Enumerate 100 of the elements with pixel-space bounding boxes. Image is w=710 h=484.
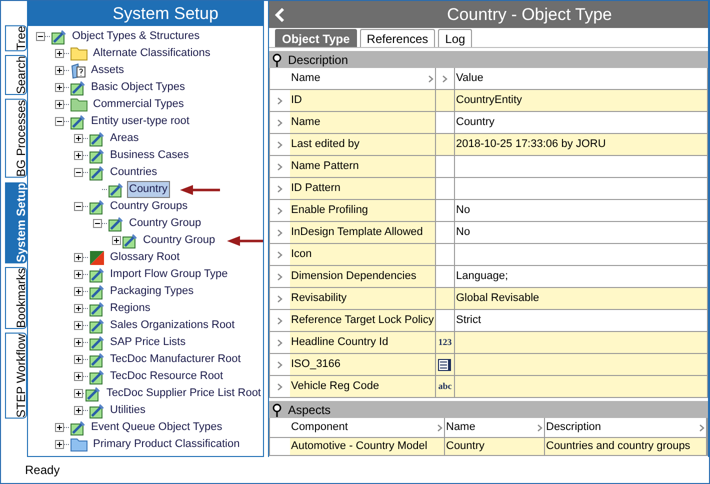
tree-item[interactable]: Utilities [108, 402, 148, 419]
tree-item[interactable]: Primary Product Classification [91, 436, 242, 453]
table-cell: Countries and country groups [545, 438, 707, 455]
folder-icon [70, 437, 88, 452]
tree-item[interactable]: Countries [108, 164, 160, 181]
back-icon[interactable] [275, 8, 285, 22]
object-type-icon [89, 130, 105, 146]
chevron-icon [437, 424, 443, 432]
chevron-icon [537, 424, 543, 432]
tree-item[interactable]: Alternate Classifications [91, 45, 212, 62]
column-header[interactable]: Value [454, 68, 707, 89]
collapse-icon[interactable] [74, 202, 83, 211]
tree-item[interactable]: Assets [89, 62, 126, 79]
side-tab[interactable]: Search [5, 55, 27, 96]
expand-icon[interactable] [74, 372, 83, 381]
expand-icon[interactable] [74, 134, 83, 143]
tab[interactable]: References [360, 29, 436, 47]
folder-icon [70, 46, 88, 61]
object-type-icon [70, 420, 86, 436]
expand-icon[interactable] [55, 440, 64, 449]
tree-item[interactable]: Event Queue Object Types [89, 419, 224, 436]
table-cell: CountryEntity [454, 90, 707, 111]
tree-item[interactable]: Import Flow Group Type [108, 266, 230, 283]
folder-icon [70, 97, 88, 112]
tree-item[interactable]: Areas [108, 130, 141, 147]
expand-icon[interactable] [74, 321, 83, 330]
expand-icon[interactable] [74, 287, 83, 296]
side-tab[interactable]: Tree [5, 25, 27, 52]
expand-icon[interactable] [74, 355, 83, 364]
row-expander-icon [277, 184, 283, 192]
object-type-icon [89, 318, 105, 334]
table-cell: Name [290, 112, 436, 133]
expand-icon[interactable] [74, 304, 83, 313]
tree-item[interactable]: Country Group [141, 232, 218, 249]
table-cell: Revisability [290, 288, 436, 309]
tree-item[interactable]: Commercial Types [91, 96, 186, 113]
status-text: Ready [25, 462, 60, 479]
expand-icon[interactable] [112, 236, 121, 245]
expand-icon[interactable] [55, 423, 64, 432]
object-type-icon [89, 368, 105, 384]
tree-item[interactable]: Sales Organizations Root [108, 317, 237, 334]
expand-icon[interactable] [55, 83, 64, 92]
pin-icon[interactable] [272, 402, 282, 416]
object-type-icon [70, 80, 86, 96]
collapse-icon[interactable] [36, 32, 45, 41]
expand-icon[interactable] [74, 338, 83, 347]
table-cell: ID Pattern [290, 178, 436, 199]
object-type-icon [89, 198, 105, 214]
row-expander-icon [277, 250, 283, 258]
column-header[interactable]: Component [290, 418, 445, 437]
tree-item[interactable]: Regions [108, 300, 152, 317]
table-cell: Enable Profiling [290, 200, 436, 221]
table-cell: Global Revisable [454, 288, 707, 309]
column-header[interactable]: Description [545, 418, 707, 437]
expand-icon[interactable] [55, 49, 64, 58]
tree-item[interactable]: TecDoc Manufacturer Root [108, 351, 243, 368]
tree-item[interactable]: Country Groups [108, 198, 190, 215]
tree-item[interactable]: Object Types & Structures [70, 28, 202, 45]
object-type-icon [89, 148, 105, 164]
tree-item[interactable]: SAP Price Lists [108, 334, 188, 351]
column-header[interactable]: Name [445, 418, 545, 437]
tab[interactable]: Log [438, 29, 472, 47]
tree-item[interactable]: Basic Object Types [89, 79, 187, 96]
column-header[interactable]: Name [290, 68, 436, 89]
object-type-icon [122, 232, 138, 248]
collapse-icon[interactable] [93, 219, 102, 228]
tree-item[interactable]: TecDoc Resource Root [108, 368, 226, 385]
tree-item[interactable]: Packaging Types [108, 283, 196, 300]
tree-item[interactable]: Business Cases [108, 147, 191, 164]
row-expander-icon [277, 316, 283, 324]
collapse-icon[interactable] [55, 117, 64, 126]
collapse-icon[interactable] [74, 168, 83, 177]
side-tab[interactable]: System Setup [5, 182, 27, 264]
section-title: Description [288, 52, 348, 68]
table-cell: Country [445, 438, 545, 455]
side-tab[interactable]: Bookmarks [5, 267, 27, 330]
table-cell: Last edited by [290, 134, 436, 155]
object-type-icon [89, 284, 105, 300]
tree-item[interactable]: Glossary Root [108, 249, 182, 266]
tree-item[interactable]: TecDoc Supplier Price List Root [104, 385, 263, 402]
expand-icon[interactable] [55, 66, 64, 75]
tab[interactable]: Object Type [275, 29, 357, 47]
tree-item[interactable]: Country Group [127, 215, 204, 232]
expand-icon[interactable] [74, 406, 83, 415]
pin-icon[interactable] [272, 52, 282, 66]
table-cell: Headline Country Id [290, 332, 436, 353]
object-type-icon [89, 164, 105, 180]
expand-icon[interactable] [74, 253, 83, 262]
expand-icon[interactable] [74, 151, 83, 160]
expand-icon[interactable] [74, 389, 83, 398]
document-question-icon [70, 62, 86, 78]
tree-item[interactable]: Country [127, 181, 170, 198]
table-cell: ID [290, 90, 436, 111]
expand-icon[interactable] [74, 270, 83, 279]
table-cell: Dimension Dependencies [290, 266, 436, 287]
tree-item[interactable]: Entity user-type root [89, 113, 192, 130]
expand-icon[interactable] [55, 100, 64, 109]
side-tab[interactable]: BG Processes [5, 99, 27, 178]
object-type-icon [89, 352, 105, 368]
side-tab[interactable]: STEP Workflow [5, 333, 27, 419]
